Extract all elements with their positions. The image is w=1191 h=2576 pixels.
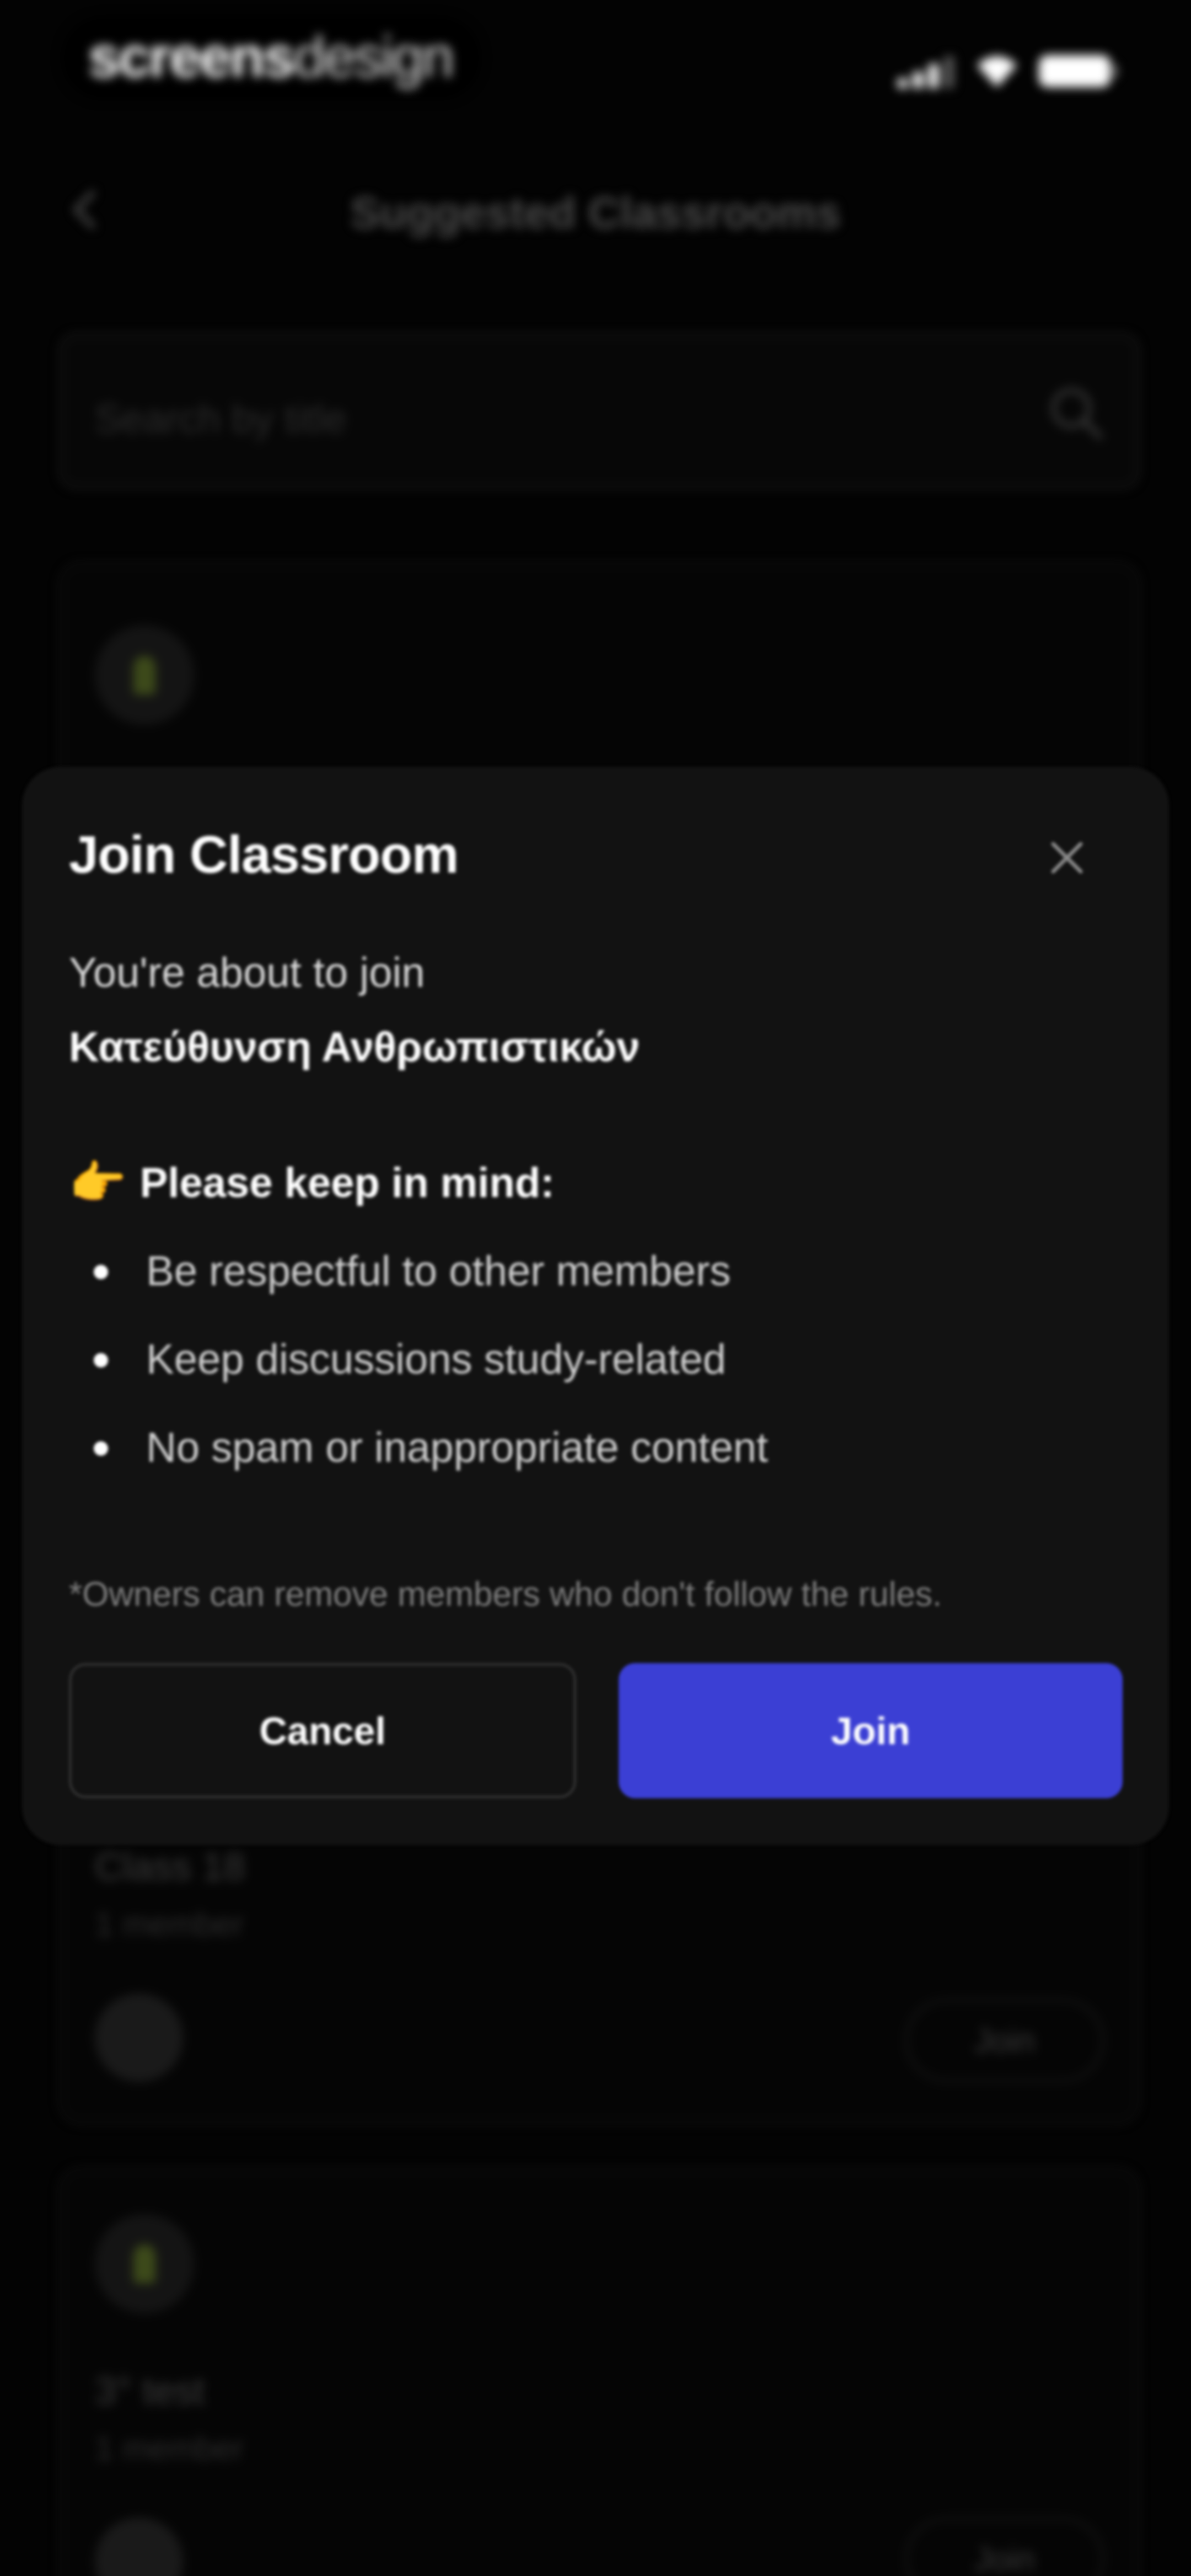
classroom-members: 1 member bbox=[95, 1906, 244, 1943]
classroom-title: 3° test bbox=[95, 2369, 205, 2412]
classroom-join-button[interactable]: Join bbox=[905, 1999, 1104, 2082]
classroom-avatar bbox=[95, 2214, 194, 2313]
dialog-intro: You're about to join bbox=[69, 949, 425, 996]
app-screen: screensdesign Suggested Classrooms Searc… bbox=[0, 0, 1191, 2576]
list-item: Be respectful to other members bbox=[69, 1244, 1117, 1332]
bullet-icon bbox=[94, 1441, 108, 1456]
owner-avatar bbox=[95, 1994, 183, 2082]
brand-logo: screensdesign bbox=[88, 24, 454, 90]
close-icon[interactable] bbox=[1042, 833, 1092, 883]
wifi-icon bbox=[977, 56, 1017, 87]
bullet-icon bbox=[94, 1353, 108, 1367]
rules-notice-label: Please keep in mind: bbox=[140, 1159, 555, 1206]
page-title: Suggested Classrooms bbox=[350, 188, 841, 237]
search-input[interactable]: Search by title bbox=[60, 334, 1139, 488]
classroom-join-button[interactable]: Join bbox=[905, 2518, 1104, 2576]
classroom-members: 1 member bbox=[95, 2430, 244, 2467]
bullet-icon bbox=[94, 1265, 108, 1279]
pointing-hand-icon: 👉 bbox=[69, 1157, 127, 1209]
join-classroom-dialog: Join Classroom You're about to join Κατε… bbox=[22, 767, 1169, 1845]
rules-list: Be respectful to other members Keep disc… bbox=[69, 1244, 1117, 1509]
cellular-signal-icon bbox=[898, 55, 958, 88]
dialog-title: Join Classroom bbox=[69, 825, 459, 884]
status-bar: screensdesign bbox=[0, 0, 1191, 121]
rules-notice: 👉 Please keep in mind: bbox=[69, 1156, 554, 1210]
search-placeholder: Search by title bbox=[95, 397, 347, 441]
classroom-name: Κατεύθυνση Ανθρωπιστικών bbox=[69, 1024, 640, 1071]
owner-avatar bbox=[95, 2518, 183, 2576]
join-button[interactable]: Join bbox=[619, 1663, 1123, 1798]
battery-icon bbox=[1039, 55, 1117, 87]
cancel-button[interactable]: Cancel bbox=[69, 1663, 576, 1798]
brand-logo-part1: screens bbox=[88, 25, 295, 89]
dialog-footnote: *Owners can remove members who don't fol… bbox=[69, 1575, 942, 1613]
brand-logo-part2: design bbox=[293, 25, 454, 89]
classroom-title: Class 18 bbox=[95, 1845, 245, 1888]
list-item: Keep discussions study-related bbox=[69, 1332, 1117, 1420]
classroom-avatar bbox=[95, 626, 194, 725]
search-icon bbox=[1051, 388, 1103, 440]
classroom-card[interactable]: 3° test 1 member Join bbox=[60, 2168, 1139, 2576]
list-item: No spam or inappropriate content bbox=[69, 1420, 1117, 1509]
